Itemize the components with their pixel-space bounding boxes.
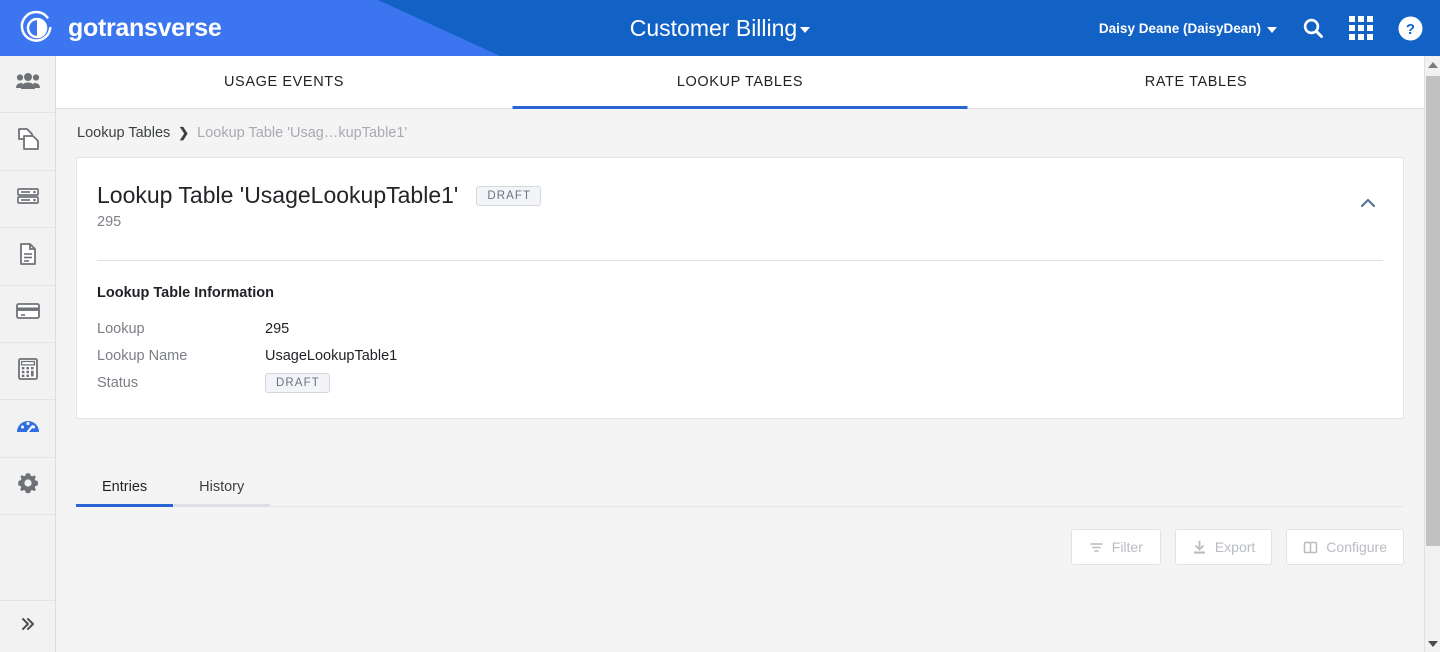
brand[interactable]: gotransverse — [18, 0, 222, 56]
field-label: Lookup — [97, 320, 145, 337]
caret-down-icon — [1267, 27, 1277, 33]
filter-icon — [1089, 540, 1104, 555]
triangle-down-icon — [1428, 640, 1438, 647]
sidebar — [0, 56, 56, 652]
card-title-wrap: Lookup Table 'UsageLookupTable1' DRAFT 2… — [97, 182, 1353, 230]
table-actions: Filter Export Configure — [76, 529, 1404, 565]
button-label: Filter — [1111, 539, 1143, 555]
app-title: Customer Billing — [629, 14, 798, 41]
user-menu[interactable]: Daisy Deane (DaisyDean) — [1099, 21, 1277, 36]
field-row: Lookup Name UsageLookupTable1 — [97, 342, 1383, 369]
tab-label: LOOKUP TABLES — [676, 74, 804, 90]
vertical-scrollbar[interactable] — [1424, 56, 1440, 652]
page-content: Lookup Tables ❯ Lookup Table 'Usag…kupTa… — [56, 109, 1424, 565]
people-group-icon — [15, 69, 41, 100]
tab-label: Entries — [102, 479, 148, 495]
section-title: Lookup Table Information — [97, 285, 274, 301]
tab-label: USAGE EVENTS — [223, 74, 344, 90]
sidebar-item-customers[interactable] — [0, 56, 55, 114]
tab-lookup-tables[interactable]: LOOKUP TABLES — [512, 56, 968, 108]
sidebar-item-documents[interactable] — [0, 228, 55, 286]
card-header: Lookup Table 'UsageLookupTable1' DRAFT 2… — [97, 182, 1383, 230]
field-row: Lookup 295 — [97, 315, 1383, 342]
field-value: UsageLookupTable1 — [265, 347, 398, 364]
main-content: USAGE EVENTS LOOKUP TABLES RATE TABLES L… — [56, 56, 1424, 652]
top-tab-bar: USAGE EVENTS LOOKUP TABLES RATE TABLES — [56, 56, 1424, 109]
download-icon — [1192, 540, 1207, 555]
chevron-up-icon — [1358, 193, 1378, 218]
card-divider — [97, 260, 1383, 261]
app-header: gotransverse Customer Billing Daisy Dean… — [0, 0, 1440, 56]
card-subtitle: 295 — [97, 214, 122, 230]
breadcrumb-root-link[interactable]: Lookup Tables — [77, 125, 170, 141]
tab-label: RATE TABLES — [1144, 74, 1248, 90]
scrollbar-thumb[interactable] — [1426, 76, 1440, 546]
status-badge: DRAFT — [265, 372, 330, 393]
server-stack-icon — [15, 183, 41, 214]
triangle-up-icon — [1428, 61, 1438, 68]
sidebar-item-usage[interactable] — [0, 400, 55, 458]
svg-text:?: ? — [1406, 21, 1415, 38]
card-title-row: Lookup Table 'UsageLookupTable1' DRAFT — [97, 182, 1353, 209]
apps-grid-icon[interactable] — [1349, 16, 1373, 40]
field-label: Lookup Name — [97, 347, 188, 364]
user-name: Daisy Deane (DaisyDean) — [1098, 20, 1261, 36]
help-circle-icon[interactable]: ? — [1397, 15, 1424, 42]
document-icon — [15, 241, 41, 272]
app-root: gotransverse Customer Billing Daisy Dean… — [0, 0, 1440, 652]
field-value: 295 — [265, 320, 290, 337]
page-title: Lookup Table 'UsageLookupTable1' — [97, 182, 459, 208]
filter-button[interactable]: Filter — [1070, 529, 1161, 565]
columns-icon — [1303, 540, 1318, 555]
sidebar-item-calculations[interactable] — [0, 343, 55, 401]
tab-label: History — [199, 479, 245, 495]
status-badge: DRAFT — [476, 185, 542, 206]
scrollbar-down-button[interactable] — [1425, 635, 1440, 652]
lookup-table-card: Lookup Table 'UsageLookupTable1' DRAFT 2… — [76, 157, 1404, 419]
search-icon[interactable] — [1301, 16, 1325, 40]
calculator-icon — [15, 356, 41, 387]
app-title-dropdown[interactable]: Customer Billing — [629, 14, 811, 42]
brand-name: gotransverse — [68, 13, 222, 42]
configure-button[interactable]: Configure — [1286, 529, 1404, 565]
field-row: Status DRAFT — [97, 369, 1383, 396]
header-actions: Daisy Deane (DaisyDean) ? — [1099, 0, 1424, 56]
breadcrumb-separator-icon: ❯ — [178, 125, 190, 140]
export-button[interactable]: Export — [1174, 529, 1273, 565]
tab-rate-tables[interactable]: RATE TABLES — [968, 56, 1424, 108]
sidebar-item-settings[interactable] — [0, 458, 55, 516]
gear-icon — [15, 470, 41, 501]
breadcrumb-current: Lookup Table 'Usag…kupTable1' — [197, 125, 408, 141]
copy-documents-icon — [15, 126, 41, 157]
tab-usage-events[interactable]: USAGE EVENTS — [56, 56, 512, 108]
button-label: Export — [1214, 539, 1256, 555]
card-collapse-button[interactable] — [1353, 190, 1383, 220]
sidebar-item-products[interactable] — [0, 113, 55, 171]
circular-arrow-logo-icon — [18, 9, 56, 47]
sidebar-expand-button[interactable] — [0, 600, 55, 652]
caret-down-icon — [800, 27, 811, 33]
field-label: Status — [97, 374, 139, 391]
tab-history[interactable]: History — [173, 467, 271, 507]
breadcrumb: Lookup Tables ❯ Lookup Table 'Usag…kupTa… — [76, 109, 1404, 157]
speedometer-icon — [15, 413, 41, 444]
button-label: Configure — [1326, 539, 1387, 555]
tab-entries[interactable]: Entries — [76, 467, 174, 507]
credit-card-icon — [15, 298, 41, 329]
scrollbar-up-button[interactable] — [1425, 56, 1440, 73]
sub-tab-bar: Entries History — [76, 467, 1404, 507]
sidebar-item-payments[interactable] — [0, 286, 55, 343]
double-chevron-right-icon — [18, 614, 38, 639]
sidebar-item-servers[interactable] — [0, 171, 55, 229]
